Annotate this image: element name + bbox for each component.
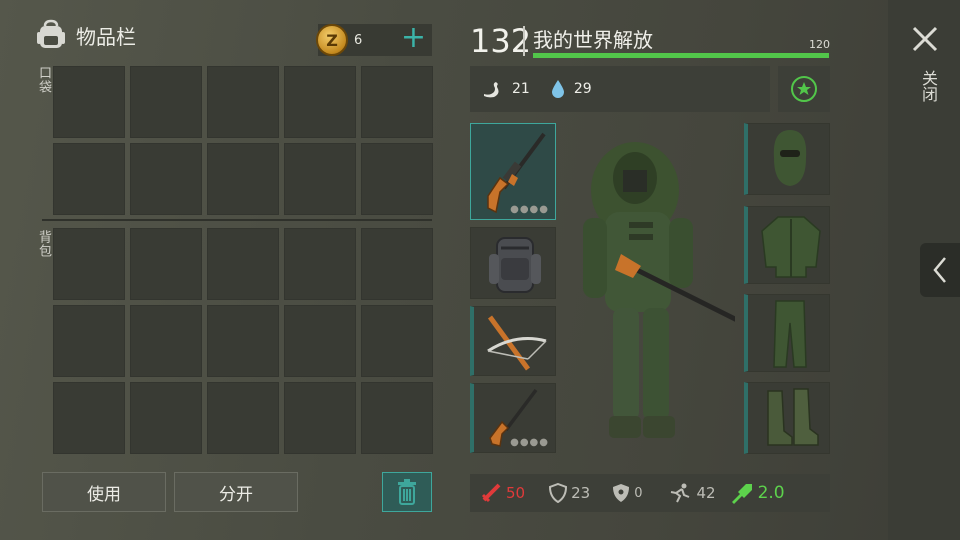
ammo-dots: ●●●● [510, 437, 549, 448]
ammo-dots: ●●●● [510, 204, 549, 215]
sniper-rifle-icon [487, 132, 546, 214]
combat-stats: 50 23 0 42 2.0 [470, 474, 830, 512]
stomach-icon [484, 82, 499, 98]
thirst-stat: 29 [550, 79, 592, 99]
backpack-label: 背包 [36, 230, 51, 258]
crossbow-icon [487, 315, 547, 371]
backpack-slot[interactable] [361, 382, 433, 454]
hunger-value: 21 [512, 81, 530, 97]
use-button[interactable]: 使用 [42, 472, 166, 512]
currency-display: Z 6 + [316, 22, 432, 56]
sword-icon [481, 483, 501, 503]
boots-icon [767, 388, 819, 446]
backpack-slot[interactable] [207, 382, 279, 454]
backpack-slot[interactable] [53, 382, 125, 454]
weight-value: 2.0 [757, 483, 785, 503]
hunger-stat: 21 [482, 80, 530, 98]
player-level: 132 [470, 22, 532, 60]
speed-value: 42 [696, 484, 716, 502]
balaclava-icon [773, 130, 807, 186]
xp-fill [533, 53, 829, 58]
tertiary-weapon-slot[interactable]: ●●●● [470, 383, 556, 453]
close-button[interactable] [910, 24, 940, 58]
speed-stat: 42 [668, 483, 716, 503]
shield-icon [549, 483, 568, 503]
backpack-icon [37, 19, 65, 48]
split-button[interactable]: 分开 [174, 472, 298, 512]
weight-stat: 2.0 [730, 482, 785, 504]
backpack-slot[interactable] [361, 228, 433, 300]
backpack-slot[interactable] [130, 382, 202, 454]
trash-icon [398, 479, 416, 505]
head-slot[interactable] [744, 123, 830, 195]
attack-stat: 50 [480, 482, 525, 504]
player-name: 我的世界解放 [533, 28, 653, 52]
xp-bar [533, 53, 829, 58]
character-figure [583, 142, 747, 438]
backpack-slot[interactable] [53, 305, 125, 377]
close-icon [912, 26, 938, 52]
radiation-stat: 0 [612, 483, 642, 503]
backpack-slot[interactable] [53, 228, 125, 300]
status-effects-button[interactable] [778, 66, 830, 112]
backpack-item-icon [489, 237, 541, 293]
backpack-slot[interactable] [130, 228, 202, 300]
pocket-label: 口袋 [36, 66, 51, 94]
feet-slot[interactable] [744, 382, 830, 454]
backpack-slot[interactable] [284, 228, 356, 300]
backpack-slot[interactable] [130, 305, 202, 377]
pocket-slot[interactable] [53, 143, 125, 215]
strength-icon [731, 484, 752, 504]
pocket-slot[interactable] [361, 66, 433, 138]
attack-value: 50 [506, 484, 526, 502]
xp-max: 120 [809, 38, 830, 51]
backpack-slot[interactable] [207, 305, 279, 377]
coin-icon: Z [316, 24, 348, 56]
delete-button[interactable] [382, 472, 432, 512]
defense-stat: 23 [549, 483, 590, 503]
pocket-slot[interactable] [130, 143, 202, 215]
pocket-slot[interactable] [207, 66, 279, 138]
body-slot[interactable] [744, 206, 830, 284]
side-panel-toggle[interactable] [920, 243, 960, 297]
backpack-slot[interactable] [284, 305, 356, 377]
chevron-left-icon [933, 257, 946, 283]
close-label[interactable]: 关闭 [916, 70, 940, 102]
section-divider [42, 219, 432, 221]
running-icon [671, 483, 690, 503]
backpack-slot[interactable] [284, 382, 356, 454]
character-model [565, 130, 747, 450]
inventory-header: 物品栏 [34, 18, 136, 52]
radiation-value: 0 [634, 485, 643, 501]
backpack-slot[interactable] [361, 305, 433, 377]
coin-count: 6 [354, 32, 363, 48]
radiation-shield-icon [613, 484, 630, 502]
camo-jacket-icon [761, 216, 821, 278]
add-coins-button[interactable]: + [401, 22, 426, 54]
pocket-slot[interactable] [130, 66, 202, 138]
camo-pants-icon [773, 300, 807, 368]
primary-weapon-slot[interactable]: ●●●● [470, 123, 556, 220]
legs-slot[interactable] [744, 294, 830, 372]
pocket-slot[interactable] [361, 143, 433, 215]
inventory-title: 物品栏 [76, 24, 136, 49]
defense-value: 23 [571, 484, 591, 502]
water-drop-icon [551, 80, 564, 98]
backpack-slot[interactable] [207, 228, 279, 300]
pocket-slot[interactable] [207, 143, 279, 215]
thirst-value: 29 [573, 81, 592, 97]
level-separator [523, 26, 525, 56]
star-badge-icon [791, 76, 817, 102]
survival-stats: 21 29 [470, 66, 770, 112]
pocket-grid [53, 66, 433, 215]
pocket-slot[interactable] [284, 66, 356, 138]
backpack-grid [53, 228, 433, 454]
pocket-slot[interactable] [53, 66, 125, 138]
secondary-weapon-slot[interactable] [470, 306, 556, 376]
backpack-equip-slot[interactable] [470, 227, 556, 299]
pocket-slot[interactable] [284, 143, 356, 215]
